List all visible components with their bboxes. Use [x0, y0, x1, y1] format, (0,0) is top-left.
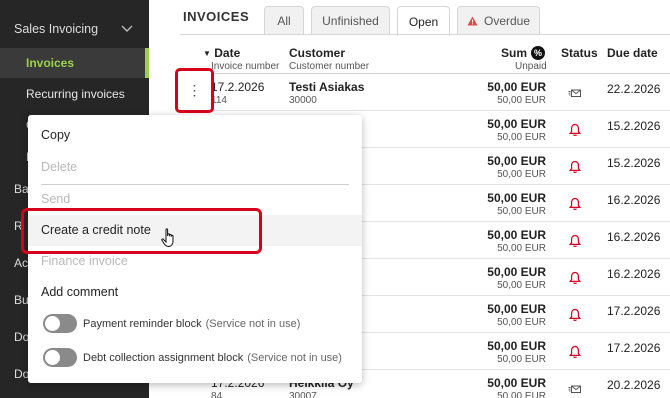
invoice-unpaid: 50,00 EUR [497, 391, 546, 398]
due-date: 17.2.2026 [607, 341, 661, 355]
column-header-due-date[interactable]: Due date [607, 46, 658, 60]
bell-icon [569, 234, 581, 247]
menu-divider [41, 184, 349, 185]
toggle-label: Debt collection assignment block [83, 351, 244, 364]
column-subheader-invoice-number: Invoice number [211, 61, 280, 72]
debt-collection-block-toggle[interactable] [43, 348, 77, 367]
invoice-sum: 50,00 EUR [487, 80, 546, 94]
percent-icon[interactable]: % [531, 46, 545, 60]
tab-label: Overdue [483, 14, 531, 28]
chevron-down-icon [121, 25, 133, 32]
invoice-unpaid: 50,00 EUR [497, 243, 546, 254]
table-row[interactable]: 17.2.2026 114 Testi Asiakas 30000 50,00 EUR 5… [180, 74, 670, 111]
menu-item-finance-invoice: Finance invoice [41, 254, 128, 268]
bell-icon [569, 271, 581, 284]
invoice-unpaid: 50,00 EUR [497, 354, 546, 365]
page-title: INVOICES [183, 9, 250, 24]
more-vertical-icon: ⋮ [187, 82, 202, 98]
payment-reminder-block-toggle[interactable] [43, 314, 77, 333]
sidebar-group-sales-invoicing[interactable]: Sales Invoicing [0, 12, 149, 46]
payment-reminder-block-toggle-row[interactable]: Payment reminder block (Service not in u… [43, 314, 300, 333]
sidebar-section-partial[interactable]: Ac [14, 256, 28, 270]
sidebar-section-partial[interactable]: Ba [14, 182, 29, 196]
due-date: 16.2.2026 [607, 267, 661, 281]
bell-icon [569, 308, 581, 321]
toggle-note: (Service not in use) [247, 351, 342, 364]
invoice-number: 84 [211, 391, 223, 398]
customer-name: Testi Asiakas [289, 80, 365, 94]
due-date: 16.2.2026 [607, 230, 661, 244]
credit-note-highlight-box [21, 208, 262, 254]
invoice-sum: 50,00 EUR [487, 376, 546, 390]
warning-icon [467, 16, 478, 26]
column-header-customer[interactable]: Customer [289, 46, 345, 60]
invoice-unpaid: 50,00 EUR [497, 95, 546, 106]
invoice-sum: 50,00 EUR [487, 265, 546, 279]
tab-label: All [277, 14, 291, 28]
column-header-date[interactable]: ▼ Date [203, 46, 240, 60]
due-date: 20.2.2026 [607, 378, 661, 392]
sidebar-group-label: Sales Invoicing [14, 22, 99, 36]
tab-open[interactable]: Open [397, 6, 450, 36]
invoice-unpaid: 50,00 EUR [497, 280, 546, 291]
customer-number: 30000 [289, 95, 317, 106]
invoice-sum: 50,00 EUR [487, 339, 546, 353]
sidebar-item-recurring-invoices[interactable]: Recurring invoices [0, 79, 149, 109]
tab-all[interactable]: All [264, 6, 304, 35]
sidebar-item-label: Invoices [26, 56, 75, 70]
customer-number: 30007 [289, 391, 317, 398]
debt-collection-block-toggle-row[interactable]: Debt collection assignment block (Servic… [43, 348, 342, 367]
menu-item-add-comment[interactable]: Add comment [41, 285, 118, 299]
invoice-date: 17.2.2026 [211, 80, 265, 94]
column-header-label: Date [214, 46, 241, 60]
invoice-unpaid: 50,00 EUR [497, 169, 546, 180]
tab-label: Open [408, 14, 439, 29]
tabs-divider [180, 34, 670, 35]
column-header-sum[interactable]: Sum [501, 46, 527, 60]
email-sent-icon [568, 385, 581, 393]
due-date: 16.2.2026 [607, 193, 661, 207]
bell-icon [569, 160, 581, 173]
tab-label: Unfinished [322, 14, 379, 28]
hand-cursor-icon [161, 228, 174, 248]
sort-desc-icon: ▼ [203, 49, 211, 58]
bell-icon [569, 345, 581, 358]
tab-unfinished[interactable]: Unfinished [311, 6, 390, 35]
due-date: 15.2.2026 [607, 156, 661, 170]
row-actions-kebab-button[interactable]: ⋮ [175, 68, 214, 113]
invoice-sum: 50,00 EUR [487, 154, 546, 168]
sidebar-item-invoices[interactable]: Invoices [0, 48, 149, 78]
column-subheader-customer-number: Customer number [289, 61, 370, 72]
bell-icon [569, 197, 581, 210]
menu-item-copy[interactable]: Copy [41, 128, 70, 142]
column-header-status[interactable]: Status [561, 46, 598, 60]
invoice-unpaid: 50,00 EUR [497, 132, 546, 143]
menu-item-delete: Delete [41, 160, 78, 174]
sidebar-section-partial[interactable]: Bu [14, 293, 29, 307]
due-date: 15.2.2026 [607, 119, 661, 133]
bell-icon [569, 123, 581, 136]
due-date: 22.2.2026 [607, 82, 661, 96]
sidebar-item-label: Recurring invoices [26, 87, 125, 101]
email-sent-icon [568, 89, 581, 97]
due-date: 17.2.2026 [607, 304, 661, 318]
toggle-note: (Service not in use) [205, 317, 301, 330]
invoice-sum: 50,00 EUR [487, 302, 546, 316]
menu-item-send: Send [41, 192, 71, 206]
invoice-sum: 50,00 EUR [487, 191, 546, 205]
tab-overdue[interactable]: Overdue [457, 6, 540, 35]
invoice-unpaid: 50,00 EUR [497, 317, 546, 328]
column-subheader-unpaid: Unpaid [515, 61, 547, 72]
toggle-label: Payment reminder block [83, 317, 202, 330]
invoice-unpaid: 50,00 EUR [497, 206, 546, 217]
invoice-sum: 50,00 EUR [487, 117, 546, 131]
invoice-sum: 50,00 EUR [487, 228, 546, 242]
